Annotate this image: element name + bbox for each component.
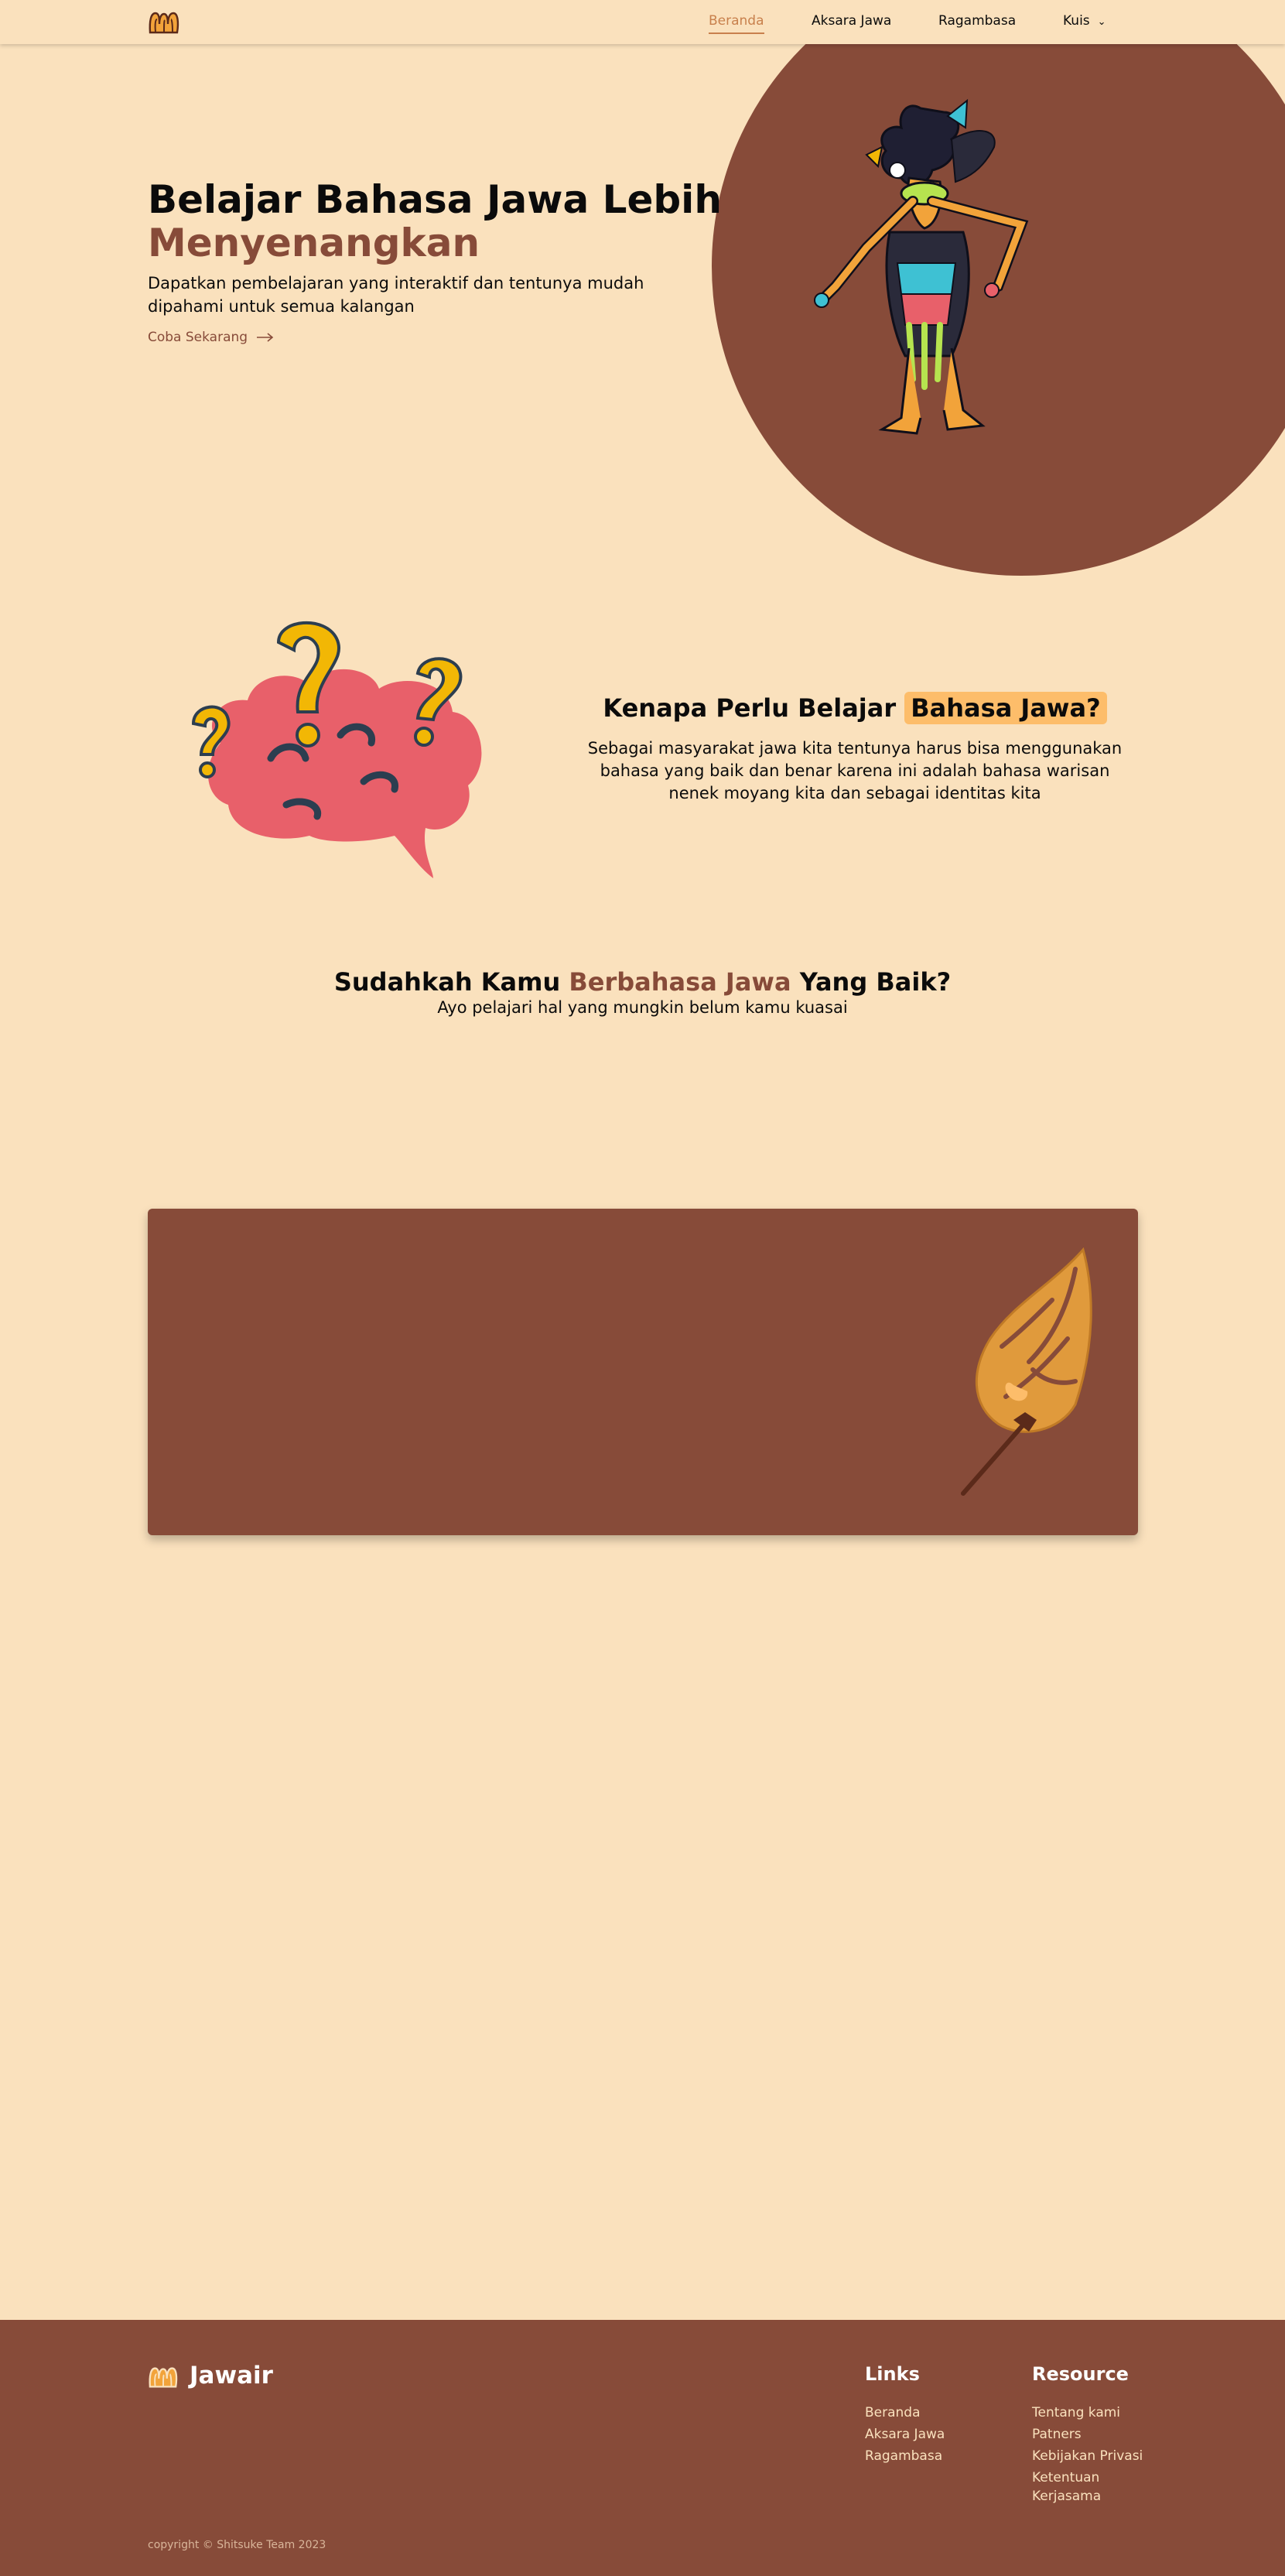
quiz-section-subtitle: Ayo pelajari hal yang mungkin belum kamu… bbox=[437, 998, 848, 1017]
nav-beranda[interactable]: Beranda bbox=[709, 13, 764, 34]
footer-link-patners[interactable]: Patners bbox=[1032, 2427, 1082, 2442]
footer-links-title: Links bbox=[865, 2363, 920, 2385]
why-title: Kenapa Perlu Belajar Bahasa Jawa? bbox=[572, 692, 1137, 724]
cta-button[interactable]: Coba Sekarang bbox=[148, 330, 274, 345]
nav-aksara-jawa[interactable]: Aksara Jawa bbox=[812, 13, 891, 29]
cta-label: Coba Sekarang bbox=[148, 330, 248, 345]
quiz-title-part1: Sudahkah Kamu bbox=[333, 967, 569, 997]
brain-question-illustration bbox=[191, 621, 482, 878]
navbar: Beranda Aksara Jawa Ragambasa Kuis ⌄ bbox=[0, 0, 1285, 44]
why-title-highlight: Bahasa Jawa? bbox=[904, 692, 1107, 724]
footer-link-ragambasa[interactable]: Ragambasa bbox=[865, 2448, 942, 2464]
hero-description: Dapatkan pembelajaran yang interaktif da… bbox=[148, 274, 644, 316]
hero-title: Belajar Bahasa Jawa Lebih Menyenangkan bbox=[148, 178, 736, 265]
quiz-section-title: Sudahkah Kamu Berbahasa Jawa Yang Baik? bbox=[0, 967, 1285, 997]
nav-kuis-label: Kuis bbox=[1063, 13, 1090, 29]
jawair-logo-icon[interactable] bbox=[148, 2365, 179, 2390]
footer-brand: Jawair bbox=[190, 2362, 273, 2390]
footer: Jawair Links Beranda Aksara Jawa Ragamba… bbox=[0, 2320, 1285, 2576]
chevron-down-icon: ⌄ bbox=[1097, 16, 1106, 28]
nav-kuis[interactable]: Kuis ⌄ bbox=[1063, 13, 1106, 29]
footer-link-ketentuan[interactable]: Ketentuan bbox=[1032, 2470, 1099, 2485]
footer-link-kebijakan-privasi[interactable]: Kebijakan Privasi bbox=[1032, 2448, 1143, 2464]
quiz-title-part2: Yang Baik? bbox=[791, 967, 952, 997]
footer-resource-title: Resource bbox=[1032, 2363, 1129, 2385]
footer-link-kerjasama[interactable]: Kerjasama bbox=[1032, 2489, 1101, 2504]
footer-link-beranda[interactable]: Beranda bbox=[865, 2405, 921, 2420]
arrow-right-icon bbox=[257, 333, 274, 342]
footer-link-aksara-jawa[interactable]: Aksara Jawa bbox=[865, 2427, 945, 2442]
gunungan-illustration bbox=[961, 1247, 1092, 1496]
footer-copyright: copyright © Shitsuke Team 2023 bbox=[148, 2539, 326, 2551]
footer-link-tentang-kami[interactable]: Tentang kami bbox=[1032, 2405, 1120, 2420]
jawair-logo-icon[interactable] bbox=[148, 10, 180, 35]
nav-ragambasa[interactable]: Ragambasa bbox=[938, 13, 1016, 29]
wayang-puppet-illustration bbox=[814, 98, 1029, 435]
why-title-text: Kenapa Perlu Belajar bbox=[603, 693, 905, 723]
hero-title-line1: Belajar Bahasa Jawa Lebih bbox=[148, 177, 722, 222]
why-description: Sebagai masyarakat jawa kita tentunya ha… bbox=[587, 739, 1123, 802]
quiz-title-accent: Berbahasa Jawa bbox=[569, 967, 791, 997]
hero-title-line2: Menyenangkan bbox=[148, 221, 480, 265]
